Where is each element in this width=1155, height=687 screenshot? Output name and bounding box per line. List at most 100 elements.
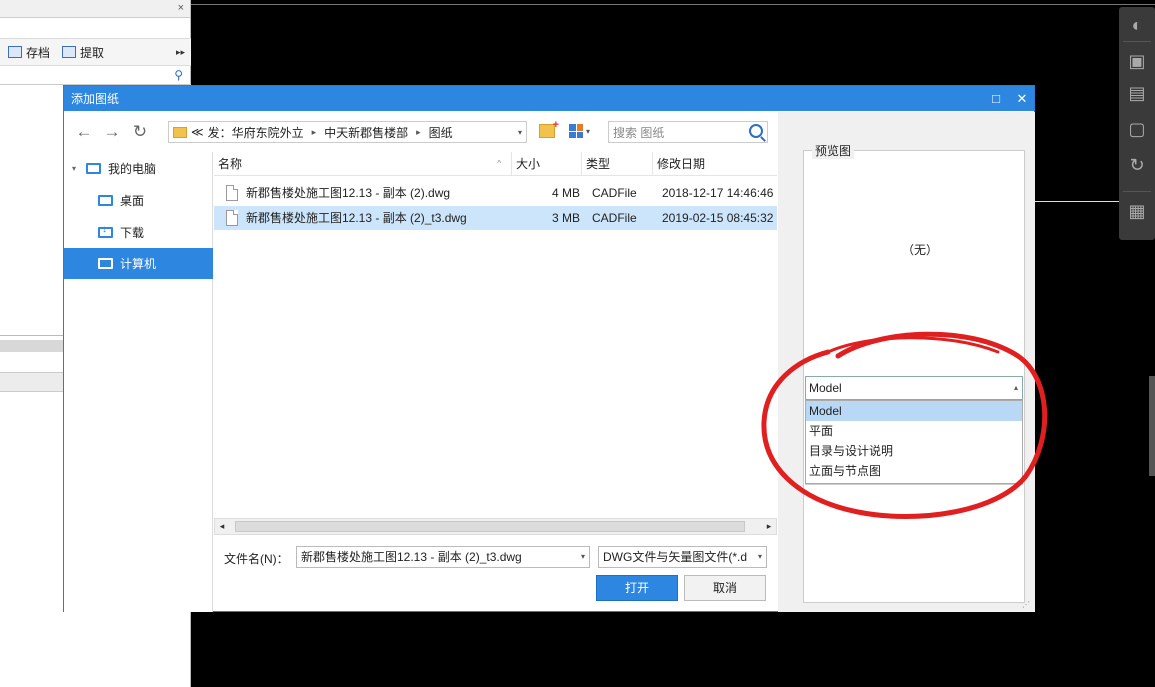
filename-field[interactable]: 新郡售楼处施工图12.13 - 副本 (2)_t3.dwg ▾: [296, 546, 590, 568]
column-header-name[interactable]: 名称 ^: [214, 152, 512, 176]
folder-icon: [173, 126, 187, 138]
breadcrumb-separator-icon[interactable]: ▸: [412, 127, 425, 138]
filetype-value: DWG文件与矢量图文件(*.d: [603, 550, 748, 564]
tree-item-downloads[interactable]: 下载: [64, 217, 213, 247]
column-header-label: 类型: [586, 157, 611, 171]
toolbar-overflow-icon[interactable]: ▸▸: [176, 47, 185, 58]
tree-item-computer[interactable]: 计算机: [64, 248, 213, 279]
wireframe-cube-icon[interactable]: ▤: [1125, 81, 1149, 105]
chevron-down-icon[interactable]: ▾: [758, 547, 762, 567]
folder-tree: ▾ 我的电脑 桌面 下载 计算机: [64, 152, 213, 612]
layout-selected-value: Model: [809, 381, 842, 395]
dialog-titlebar: 添加图纸 □ ✕: [64, 86, 1034, 111]
file-size: 3 MB: [551, 211, 580, 225]
file-type: CADFile: [592, 211, 637, 225]
panel-search-input[interactable]: ⚲: [0, 67, 191, 85]
breadcrumb-item[interactable]: 图纸: [429, 124, 453, 141]
breadcrumb-separator-icon[interactable]: ▸: [308, 127, 321, 138]
layout-option[interactable]: 立面与节点图: [806, 461, 1022, 481]
column-header-type[interactable]: 类型: [582, 152, 653, 176]
layout-select[interactable]: Model ▴: [805, 376, 1023, 400]
view-options-button[interactable]: ▾: [569, 124, 590, 138]
breadcrumb-item[interactable]: 发：华府东院外立: [208, 124, 304, 141]
save-archive-label: 存档: [26, 45, 51, 60]
address-bar[interactable]: ≪ 发：华府东院外立 ▸ 中天新郡售楼部 ▸ 图纸 ▾: [168, 121, 527, 143]
search-icon[interactable]: [749, 124, 763, 138]
expand-icon[interactable]: ▾: [72, 164, 82, 173]
preview-empty-text: （无）: [902, 243, 939, 257]
maximize-icon[interactable]: □: [990, 91, 1002, 106]
file-name: 新郡售楼处施工图12.13 - 副本 (2)_t3.dwg: [246, 211, 467, 225]
extract-button[interactable]: 提取: [62, 44, 104, 61]
layout-divider: [805, 484, 1023, 485]
close-icon[interactable]: ✕: [1016, 91, 1028, 107]
scroll-right-icon[interactable]: ▸: [762, 519, 776, 534]
file-name: 新郡售楼处施工图12.13 - 副本 (2).dwg: [246, 186, 451, 200]
file-row-selected[interactable]: 新郡售楼处施工图12.13 - 副本 (2)_t3.dwg 3 MB CADFi…: [214, 206, 777, 230]
column-header-label: 大小: [516, 157, 541, 171]
save-archive-button[interactable]: 存档: [8, 44, 50, 61]
toolbar-separator: [1123, 41, 1151, 42]
panel-titlebar: ×: [0, 0, 190, 18]
column-header-size[interactable]: 大小: [512, 152, 582, 176]
filename-value: 新郡售楼处施工图12.13 - 副本 (2)_t3.dwg: [301, 550, 522, 564]
rotate-icon[interactable]: ↻: [1125, 153, 1149, 177]
tree-item-label: 桌面: [120, 193, 145, 208]
file-list-header: 名称 ^ 大小 类型 修改日期: [214, 152, 777, 176]
panel-toolbar: 存档 提取 ▸▸: [0, 38, 191, 66]
canvas-line: [1035, 201, 1120, 202]
preview-group-label: 预览图: [812, 142, 855, 159]
layout-option[interactable]: 平面: [806, 421, 1022, 441]
scrollbar-thumb[interactable]: [235, 521, 745, 532]
chevron-down-icon[interactable]: ▾: [581, 547, 585, 567]
file-icon: [226, 210, 238, 226]
resize-grip-icon[interactable]: ⋰: [1022, 600, 1030, 609]
column-header-label: 修改日期: [657, 157, 706, 171]
tree-item-my-computer[interactable]: ▾ 我的电脑: [64, 153, 213, 183]
side-panel-handle[interactable]: [1149, 376, 1155, 476]
refresh-icon[interactable]: ↻: [130, 122, 150, 142]
extract-icon: [62, 46, 77, 58]
breadcrumb-item[interactable]: 中天新郡售楼部: [324, 124, 408, 141]
file-icon: [226, 185, 238, 201]
open-button[interactable]: 打开: [596, 575, 678, 601]
dialog-title: 添加图纸: [71, 92, 120, 106]
download-icon: [98, 224, 113, 238]
column-header-label: 名称: [218, 157, 243, 171]
view-grid-icon: [569, 124, 583, 138]
grid-icon[interactable]: ▦: [1125, 199, 1149, 223]
address-dropdown-icon[interactable]: ▾: [518, 128, 522, 137]
tree-item-label: 下载: [120, 225, 145, 240]
search-icon[interactable]: ⚲: [174, 68, 183, 82]
file-size: 4 MB: [551, 186, 580, 200]
scroll-left-icon[interactable]: ◂: [215, 519, 229, 534]
cancel-button[interactable]: 取消: [684, 575, 766, 601]
tree-item-desktop[interactable]: 桌面: [64, 185, 213, 215]
panel-close-icon[interactable]: ×: [178, 2, 184, 14]
3d-cube-icon[interactable]: ▣: [1125, 49, 1149, 73]
tree-item-label: 计算机: [120, 257, 157, 271]
address-prefix: ≪: [191, 125, 204, 139]
layout-option[interactable]: 目录与设计说明: [806, 441, 1022, 461]
desktop-icon: [98, 194, 113, 206]
chevron-up-icon[interactable]: ▴: [1014, 377, 1018, 399]
column-header-modified[interactable]: 修改日期: [653, 152, 777, 176]
orbit-icon[interactable]: ◐: [1125, 13, 1149, 37]
forward-arrow-icon[interactable]: →: [102, 122, 122, 142]
cube-icon[interactable]: ▢: [1125, 117, 1149, 141]
filetype-select[interactable]: DWG文件与矢量图文件(*.d ▾: [598, 546, 767, 568]
extract-label: 提取: [80, 45, 105, 60]
file-row[interactable]: 新郡售楼处施工图12.13 - 副本 (2).dwg 4 MB CADFile …: [214, 181, 777, 205]
horizontal-scrollbar[interactable]: ◂ ▸: [214, 518, 777, 535]
chevron-down-icon: ▾: [586, 126, 591, 136]
tree-item-label: 我的电脑: [108, 161, 157, 176]
new-folder-icon[interactable]: [539, 119, 559, 138]
file-modified: 2019-02-15 08:45:32: [662, 211, 774, 225]
search-input[interactable]: 搜索 图纸: [608, 121, 768, 143]
filename-label: 文件名(N)：: [224, 552, 289, 566]
file-list: 名称 ^ 大小 类型 修改日期 新郡售楼处施工图12.13 - 副本 (2).d…: [214, 152, 777, 535]
archive-icon: [8, 46, 22, 58]
layout-option[interactable]: Model: [806, 401, 1022, 421]
file-modified: 2018-12-17 14:46:46: [662, 186, 774, 200]
back-arrow-icon[interactable]: ←: [74, 122, 94, 142]
